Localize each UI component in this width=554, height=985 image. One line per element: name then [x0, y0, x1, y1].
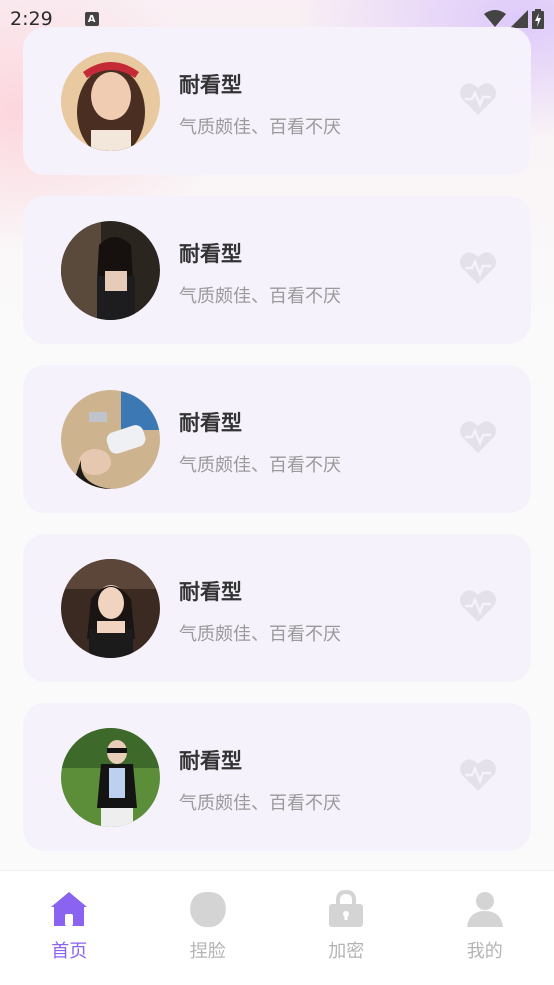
card-title: 耐看型: [179, 749, 242, 773]
style-card[interactable]: 耐看型 气质颇佳、百看不厌: [23, 703, 531, 851]
home-icon: [51, 892, 88, 926]
card-title: 耐看型: [179, 411, 242, 435]
tab-mine[interactable]: 我的: [416, 871, 554, 985]
tab-label: 捏脸: [189, 941, 226, 962]
tab-face[interactable]: 捏脸: [139, 871, 278, 985]
heart-pulse-icon[interactable]: [459, 757, 497, 793]
card-subtitle: 气质颇佳、百看不厌: [179, 117, 341, 138]
tab-label: 首页: [51, 941, 88, 962]
battery-icon: [532, 9, 544, 29]
style-card[interactable]: 耐看型 气质颇佳、百看不厌: [23, 196, 531, 344]
card-subtitle: 气质颇佳、百看不厌: [179, 455, 341, 476]
heart-pulse-icon[interactable]: [459, 588, 497, 624]
card-title: 耐看型: [179, 242, 242, 266]
card-subtitle: 气质颇佳、百看不厌: [179, 286, 341, 307]
card-subtitle: 气质颇佳、百看不厌: [179, 793, 341, 814]
tab-home[interactable]: 首页: [0, 871, 139, 985]
tab-label: 我的: [466, 941, 503, 962]
card-title: 耐看型: [179, 73, 242, 97]
heart-pulse-icon[interactable]: [459, 250, 497, 286]
status-icons: [484, 9, 544, 29]
lock-icon: [329, 889, 364, 927]
heart-pulse-icon[interactable]: [459, 81, 497, 117]
avatar: [61, 559, 160, 658]
avatar: [61, 221, 160, 320]
face-icon: [189, 892, 226, 928]
card-title: 耐看型: [179, 580, 242, 604]
signal-icon: [510, 10, 528, 28]
avatar: [61, 390, 160, 489]
card-subtitle: 气质颇佳、百看不厌: [179, 624, 341, 645]
avatar: [61, 52, 160, 151]
avatar: [61, 728, 160, 827]
bottom-tab-bar: 首页 捏脸 加密 我的: [0, 870, 554, 985]
style-card[interactable]: 耐看型 气质颇佳、百看不厌: [23, 365, 531, 513]
user-icon: [466, 892, 503, 927]
tab-encrypt[interactable]: 加密: [277, 871, 416, 985]
style-card[interactable]: 耐看型 气质颇佳、百看不厌: [23, 534, 531, 682]
wifi-icon: [484, 10, 506, 27]
notification-icon: A: [84, 12, 99, 26]
heart-pulse-icon[interactable]: [459, 419, 497, 455]
tab-label: 加密: [328, 941, 365, 962]
style-card[interactable]: 耐看型 气质颇佳、百看不厌: [23, 27, 531, 175]
